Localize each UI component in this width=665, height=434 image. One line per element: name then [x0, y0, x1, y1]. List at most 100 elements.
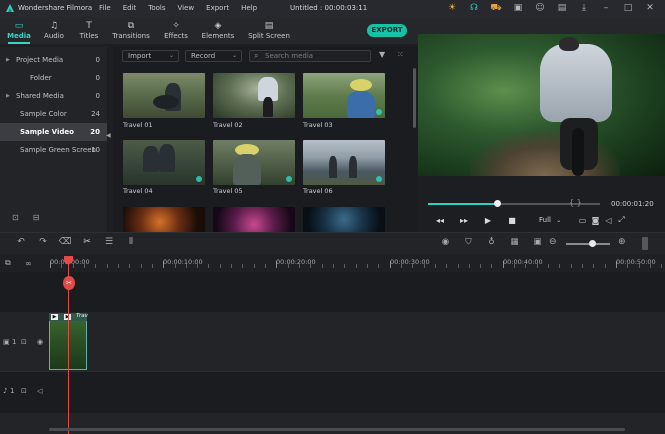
playhead-split-icon[interactable]: ✂ — [63, 276, 75, 290]
media-scrollbar[interactable] — [413, 68, 416, 128]
zoom-slider[interactable] — [566, 243, 610, 245]
quality-select[interactable]: Full ⌄ — [539, 216, 561, 224]
panel-toggle[interactable] — [642, 237, 648, 250]
media-thumbnail[interactable] — [123, 207, 205, 232]
fullscreen-icon[interactable]: ⤢ — [615, 215, 628, 225]
tab-media[interactable]: ▭ Media — [4, 17, 34, 44]
shield-icon[interactable]: ⛉ — [457, 237, 480, 247]
volume-icon[interactable]: ◁ — [602, 216, 615, 225]
media-label: Travel 03 — [303, 121, 333, 129]
headset-icon[interactable]: ☊ — [463, 2, 485, 15]
tree-item-shared-media[interactable]: ▶ Shared Media 0 — [0, 87, 107, 105]
redo-icon[interactable]: ↷ — [32, 237, 54, 247]
user-icon[interactable]: ☺ — [529, 2, 551, 15]
media-label: Travel 05 — [213, 187, 243, 195]
ruler-tick — [231, 264, 232, 268]
cart-icon[interactable]: ⛟ — [485, 2, 507, 15]
play-icon[interactable]: ▶ — [476, 216, 500, 225]
ruler-tick — [571, 264, 572, 268]
zoom-in-icon[interactable]: ⊕ — [618, 237, 626, 247]
add-track-icon[interactable]: ⧉ — [5, 258, 25, 268]
in-out-markers[interactable]: { } — [569, 198, 582, 207]
snapshot-icon[interactable]: ▣ — [526, 237, 549, 247]
import-dropdown[interactable]: Import ⌄ — [122, 50, 179, 62]
audio-track[interactable] — [0, 371, 665, 413]
preview-rider-helmet — [559, 37, 579, 51]
lock-icon[interactable]: ⊡ — [21, 338, 27, 346]
undo-icon[interactable]: ↶ — [10, 237, 32, 247]
voiceover-icon[interactable]: ▦ — [503, 237, 526, 247]
timeline-scrollbar[interactable] — [49, 428, 625, 431]
grid-view-icon[interactable]: ⁙ — [397, 50, 404, 59]
monitor-icon[interactable]: ▭ — [576, 216, 589, 225]
link-icon[interactable]: ∞ — [25, 259, 45, 268]
eye-icon[interactable]: ◉ — [37, 338, 43, 346]
audio-mix-icon[interactable]: ⫴ — [120, 237, 142, 247]
video-track-header: ▣ 1 ⊡ ◉ — [3, 338, 44, 346]
zoom-out-icon[interactable]: ⊖ — [549, 237, 557, 247]
step-back-icon[interactable]: ◂◂ — [428, 216, 452, 225]
export-button[interactable]: EXPORT — [367, 24, 407, 37]
ruler-tick — [559, 264, 560, 268]
ruler-tick — [152, 264, 153, 268]
tab-elements[interactable]: ◈ Elements — [199, 17, 237, 44]
render-icon[interactable]: ◉ — [434, 237, 457, 247]
media-thumbnail-travel-03[interactable] — [303, 73, 385, 118]
menu-tools[interactable]: Tools — [148, 4, 165, 12]
title-bar: Wondershare Filmora File Edit Tools View… — [0, 0, 665, 17]
menu-file[interactable]: File — [99, 4, 111, 12]
stop-icon[interactable]: ■ — [500, 216, 524, 225]
tab-effects[interactable]: ✧ Effects — [161, 17, 191, 44]
media-thumbnail-travel-04[interactable] — [123, 140, 205, 185]
step-forward-icon[interactable]: ▸▸ — [452, 216, 476, 225]
media-thumbnail-travel-02[interactable] — [213, 73, 295, 118]
camera-icon[interactable]: ◙ — [589, 216, 602, 225]
tree-item-sample-green-screen[interactable]: Sample Green Screen 10 — [0, 141, 107, 159]
bulb-icon[interactable]: ☀ — [441, 2, 463, 15]
menu-export[interactable]: Export — [206, 4, 229, 12]
tab-transitions[interactable]: ⧉ Transitions — [111, 17, 151, 44]
timeline-ruler[interactable] — [0, 254, 665, 272]
search-input[interactable]: ⌕ Search media — [249, 50, 371, 62]
filter-icon[interactable]: ▼ — [379, 50, 385, 59]
record-dropdown[interactable]: Record ⌄ — [185, 50, 242, 62]
volume-icon[interactable]: ◁ — [37, 387, 42, 395]
ruler-tick — [344, 264, 345, 268]
menu-help[interactable]: Help — [241, 4, 257, 12]
media-thumbnail[interactable] — [213, 207, 295, 232]
lock-icon[interactable]: ⊡ — [21, 387, 27, 395]
preview-scrubber-handle[interactable] — [494, 200, 501, 207]
adjust-icon[interactable]: ☰ — [98, 237, 120, 247]
menu-edit[interactable]: Edit — [123, 4, 137, 12]
elements-icon: ◈ — [214, 21, 222, 31]
tree-item-folder[interactable]: Folder 0 — [0, 69, 107, 87]
maximize-icon[interactable]: □ — [617, 2, 639, 15]
menu-view[interactable]: View — [178, 4, 195, 12]
zoom-slider-handle[interactable] — [589, 240, 596, 247]
gift-icon[interactable]: ▣ — [507, 2, 529, 15]
minimize-icon[interactable]: – — [595, 2, 617, 15]
tab-split-screen[interactable]: ▤ Split Screen — [247, 17, 291, 44]
new-folder-icon[interactable]: ⊡ — [12, 213, 19, 222]
microphone-icon[interactable]: ♁ — [480, 237, 503, 247]
download-icon[interactable]: ⤓ — [573, 2, 595, 15]
ruler-tick — [367, 264, 368, 268]
tab-titles[interactable]: T Titles — [75, 17, 103, 44]
media-thumbnail-travel-05[interactable] — [213, 140, 295, 185]
collapse-panel-icon[interactable]: ◀ — [106, 130, 112, 142]
save-icon[interactable]: ▤ — [551, 2, 573, 15]
media-thumbnail-travel-06[interactable] — [303, 140, 385, 185]
delete-icon[interactable]: ⌫ — [54, 237, 76, 247]
tab-audio[interactable]: ♫ Audio — [40, 17, 68, 44]
tree-item-sample-video[interactable]: Sample Video 20 — [0, 123, 107, 141]
video-track[interactable] — [0, 312, 665, 371]
folder-add-icon[interactable]: ⊟ — [33, 213, 40, 222]
preview-scrubber-fill — [428, 203, 497, 205]
ruler-tick — [356, 264, 357, 268]
media-thumbnail-travel-01[interactable] — [123, 73, 205, 118]
tree-item-sample-color[interactable]: Sample Color 24 — [0, 105, 107, 123]
media-thumbnail[interactable] — [303, 207, 385, 232]
close-icon[interactable]: ✕ — [639, 2, 661, 15]
tree-item-project-media[interactable]: ▶ Project Media 0 — [0, 51, 107, 69]
cut-icon[interactable]: ✂ — [76, 237, 98, 247]
